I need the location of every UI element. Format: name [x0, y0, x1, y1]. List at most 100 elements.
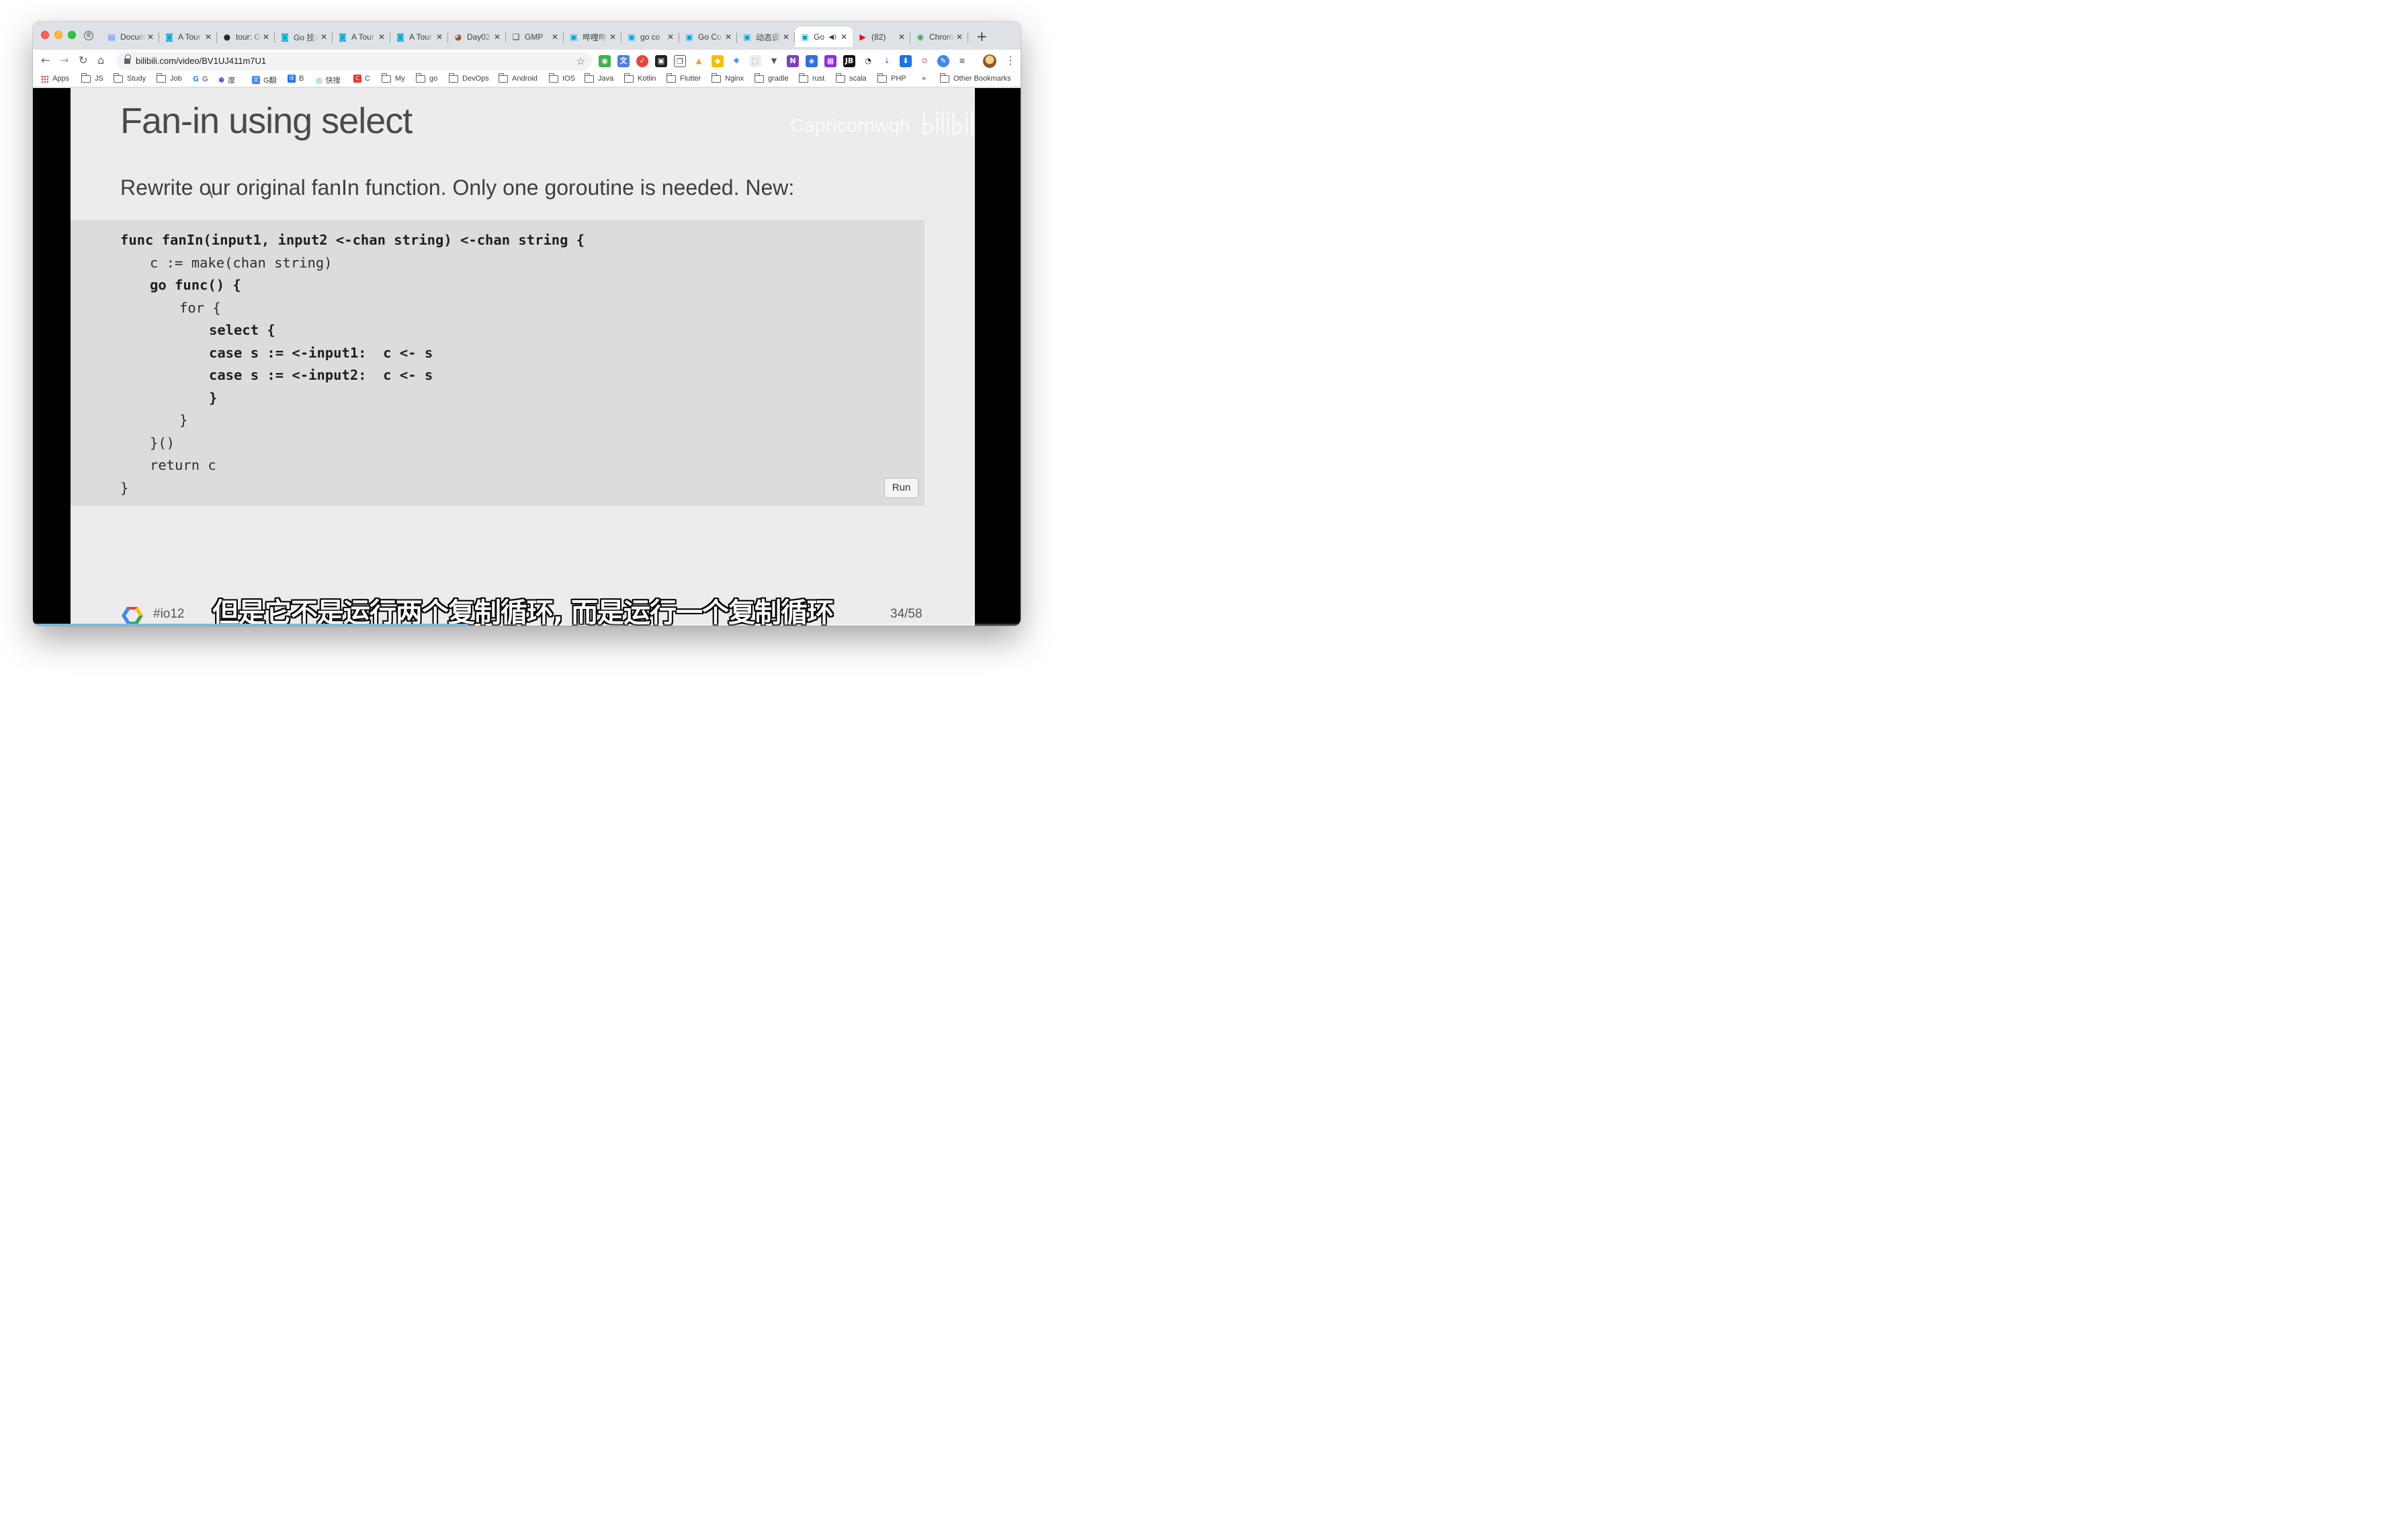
- browser-tab[interactable]: ◙ A Tour ✕: [390, 27, 448, 47]
- pink-extension-icon[interactable]: ✿: [918, 55, 931, 67]
- bookmark-c[interactable]: CC: [353, 75, 370, 83]
- browser-tab[interactable]: ◉ Chrom ✕: [910, 27, 968, 47]
- close-tab-icon[interactable]: ✕: [377, 32, 386, 42]
- close-tab-icon[interactable]: ✕: [781, 32, 791, 42]
- close-tab-icon[interactable]: ✕: [839, 32, 849, 42]
- onenote-extension-icon[interactable]: N: [787, 55, 799, 67]
- bookmark-folder[interactable]: rust: [798, 73, 824, 83]
- video-player[interactable]: Fan-in using select Capricornwqh Rewrite…: [33, 88, 1021, 626]
- vue-extension-icon[interactable]: ▼: [768, 55, 780, 67]
- bookmark-star-icon[interactable]: ☆: [576, 55, 585, 67]
- warning-extension-icon[interactable]: ▲: [693, 55, 705, 67]
- purple-extension-icon[interactable]: ▦: [824, 55, 836, 67]
- video-progress-bar[interactable]: [33, 624, 1021, 626]
- bookmark-folder[interactable]: scala: [835, 73, 867, 83]
- color-extension-icon[interactable]: ◆: [712, 55, 724, 67]
- address-bar[interactable]: bilibili.com/video/BV1UJ411m7U1 ☆: [116, 52, 592, 71]
- bookmark-folder[interactable]: Job: [156, 73, 182, 83]
- bookmark-folder[interactable]: go: [415, 73, 437, 83]
- browser-tab[interactable]: ▣ 动态调 ✕: [737, 27, 795, 47]
- clipboard-extension-icon[interactable]: ❐: [674, 55, 686, 67]
- bookmark-folder[interactable]: JS: [81, 73, 103, 83]
- bookmark-folder[interactable]: Flutter: [666, 73, 701, 83]
- close-tab-icon[interactable]: ✕: [897, 32, 906, 42]
- bookmark-apps[interactable]: Apps: [41, 75, 69, 83]
- bookmark-folder[interactable]: Nginx: [711, 73, 744, 83]
- bookmark-quick[interactable]: ◎ 快搜: [316, 75, 341, 85]
- tab-title: (82): [871, 32, 886, 42]
- bookmark-folder[interactable]: IOS: [548, 73, 575, 83]
- audio-playing-icon[interactable]: ◀): [828, 34, 836, 41]
- close-tab-icon[interactable]: ✕: [724, 32, 733, 42]
- forward-button[interactable]: →: [60, 54, 69, 67]
- profile-avatar[interactable]: [983, 54, 996, 68]
- close-tab-icon[interactable]: ✕: [955, 32, 964, 42]
- close-tab-icon[interactable]: ✕: [319, 32, 329, 42]
- minimize-window-button[interactable]: [54, 31, 62, 39]
- close-tab-icon[interactable]: ✕: [261, 32, 271, 42]
- bookmark-baidu[interactable]: ✽ 度: [218, 75, 235, 85]
- browser-tab[interactable]: ▣ Go ◀) ✕: [795, 27, 853, 47]
- bookmark-google[interactable]: GG: [193, 75, 208, 83]
- url-text[interactable]: bilibili.com/video/BV1UJ411m7U1: [136, 56, 266, 66]
- blank-extension-icon[interactable]: □: [749, 55, 761, 67]
- shield-extension-icon[interactable]: ◈: [806, 55, 818, 67]
- close-tab-icon[interactable]: ✕: [492, 32, 502, 42]
- new-tab-button[interactable]: +: [976, 30, 988, 43]
- globe-icon[interactable]: ◍: [84, 31, 93, 40]
- close-tab-icon[interactable]: ✕: [146, 32, 155, 42]
- asterisk-extension-icon[interactable]: ✱: [730, 55, 742, 67]
- blue-extension-icon[interactable]: ✎: [937, 55, 949, 67]
- bookmark-folder[interactable]: Java: [584, 73, 613, 83]
- close-tab-icon[interactable]: ✕: [608, 32, 617, 42]
- bookmark-label: Job: [170, 75, 182, 83]
- browser-tab[interactable]: ● tour: G ✕: [217, 27, 275, 47]
- close-tab-icon[interactable]: ✕: [435, 32, 444, 42]
- maximize-window-button[interactable]: [68, 31, 76, 39]
- download-icon[interactable]: ⇣: [881, 55, 893, 67]
- translate-extension-icon[interactable]: 文: [617, 55, 630, 67]
- toolbar: ← → ↻ ⌂ bilibili.com/video/BV1UJ411m7U1 …: [33, 50, 1021, 73]
- more-bookmarks-button[interactable]: »: [922, 75, 926, 83]
- home-button[interactable]: ⌂: [97, 54, 104, 67]
- bookmark-folder[interactable]: gradle: [754, 73, 789, 83]
- reload-button[interactable]: ↻: [79, 54, 87, 67]
- browser-tab[interactable]: ◕ Day02 ✕: [448, 27, 506, 47]
- check-extension-icon[interactable]: ✓: [636, 55, 648, 67]
- bookmark-bing[interactable]: 译B: [288, 75, 304, 83]
- bookmark-translate[interactable]: 文 G翻: [252, 75, 277, 85]
- more-menu-icon[interactable]: ⋮: [1005, 54, 1016, 67]
- close-tab-icon[interactable]: ✕: [204, 32, 213, 42]
- browser-tab[interactable]: ◙ A Tour ✕: [159, 27, 217, 47]
- browser-tab[interactable]: ▣ 哔哩哔 ✕: [564, 27, 621, 47]
- bookmark-folder[interactable]: Kotlin: [624, 73, 656, 83]
- github-extension-icon[interactable]: ◔: [862, 55, 874, 67]
- browser-tab[interactable]: ▣ Go Co ✕: [679, 27, 737, 47]
- close-tab-icon[interactable]: ✕: [550, 32, 560, 42]
- tab-title: Day02: [467, 32, 490, 42]
- browser-tab[interactable]: ◙ Go 技术 ✕: [275, 27, 333, 47]
- browser-tab[interactable]: ▶ (82) ✕: [853, 27, 910, 47]
- jetbrains-extension-icon[interactable]: JB: [843, 55, 855, 67]
- lock-icon[interactable]: [124, 54, 131, 65]
- bookmark-folder[interactable]: Study: [113, 73, 146, 83]
- browser-tab[interactable]: ▤ Docum ✕: [101, 27, 159, 47]
- browser-tab[interactable]: ▣ go co ✕: [621, 27, 679, 47]
- bookmark-folder[interactable]: DevOps: [448, 73, 489, 83]
- close-tab-icon[interactable]: ✕: [666, 32, 675, 42]
- bookmark-folder[interactable]: PHP: [877, 73, 906, 83]
- browser-tab[interactable]: ❑ GMP ✕: [506, 27, 564, 47]
- back-button[interactable]: ←: [41, 54, 50, 67]
- close-window-button[interactable]: [41, 31, 49, 39]
- media-control-icon[interactable]: ≡: [956, 55, 968, 67]
- other-bookmarks-folder[interactable]: Other Bookmarks: [939, 73, 1011, 83]
- code-text: func fanIn(input1, input2 <-chan string)…: [120, 229, 585, 499]
- folder-icon: [624, 73, 634, 83]
- bookmark-folder[interactable]: Android: [498, 73, 538, 83]
- bookmark-folder[interactable]: My: [381, 73, 405, 83]
- extension-green-icon[interactable]: ◉: [599, 55, 611, 67]
- dark-extension-icon[interactable]: ▣: [655, 55, 667, 67]
- browser-tab[interactable]: ◙ A Tour ✕: [333, 27, 390, 47]
- download-manager-icon[interactable]: ⬇: [900, 55, 912, 67]
- run-button[interactable]: Run: [884, 478, 918, 498]
